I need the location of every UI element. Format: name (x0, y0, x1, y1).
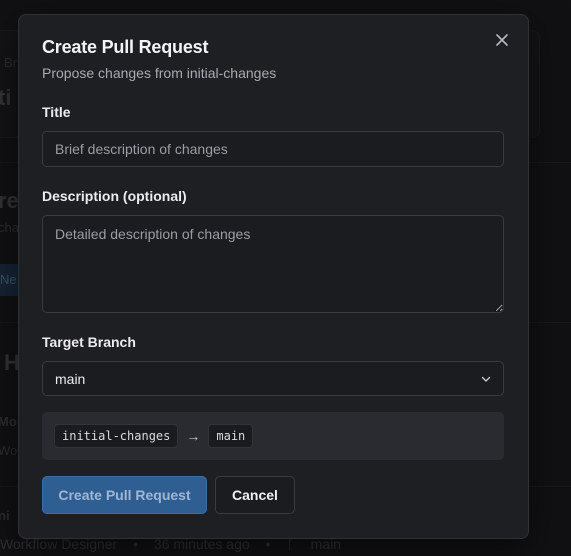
description-label: Description (optional) (42, 188, 187, 204)
dialog-subtitle: Propose changes from initial-changes (42, 65, 277, 81)
target-branch-select[interactable]: main (42, 361, 504, 396)
close-button[interactable] (492, 30, 512, 50)
target-branch-value: main (55, 370, 86, 387)
create-pull-request-dialog: Create Pull Request Propose changes from… (18, 14, 529, 539)
dialog-title: Create Pull Request (42, 37, 209, 57)
title-label: Title (42, 104, 71, 120)
branch-summary: initial-changes → main (42, 412, 504, 460)
create-pull-request-button[interactable]: Create Pull Request (42, 476, 207, 514)
source-branch-chip: initial-changes (54, 424, 179, 448)
arrow-right-icon: → (186, 428, 201, 444)
chevron-down-icon (481, 376, 491, 382)
description-textarea[interactable] (42, 215, 504, 313)
title-input[interactable] (42, 131, 504, 167)
close-icon (496, 34, 508, 46)
target-branch-chip: main (208, 424, 254, 448)
target-branch-label: Target Branch (42, 334, 136, 350)
cancel-button[interactable]: Cancel (215, 476, 295, 514)
dialog-actions: Create Pull Request Cancel (42, 476, 504, 514)
